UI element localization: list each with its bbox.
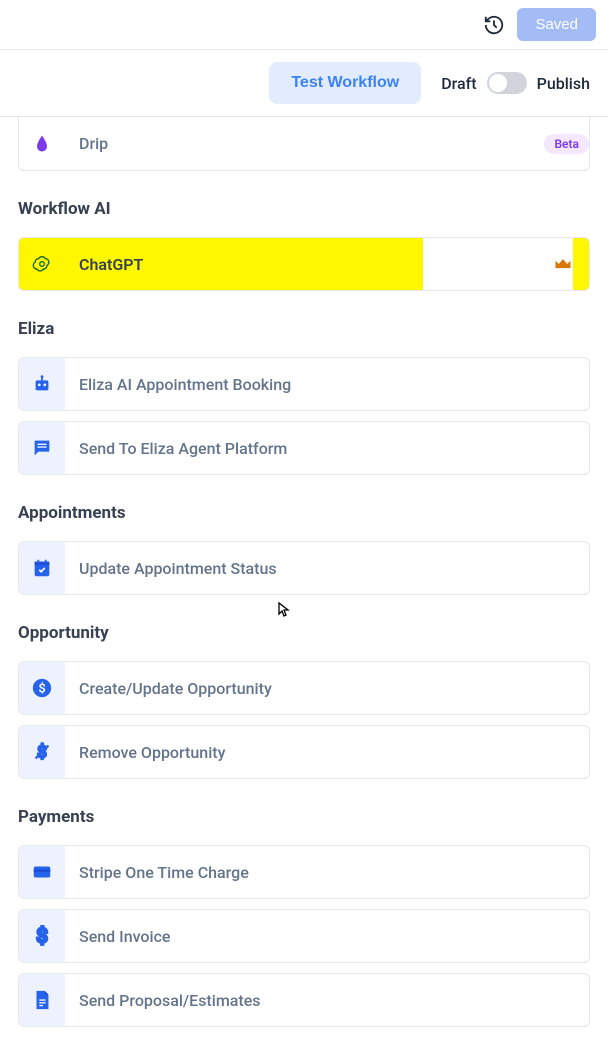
- remove-opportunity-label: Remove Opportunity: [65, 743, 589, 762]
- drip-icon: [19, 117, 65, 170]
- section-header-opportunity: Opportunity: [18, 623, 590, 643]
- create-opportunity-label: Create/Update Opportunity: [65, 679, 589, 698]
- history-icon[interactable]: [483, 14, 505, 36]
- action-item-eliza-booking[interactable]: Eliza AI Appointment Booking: [18, 357, 590, 411]
- beta-badge: Beta: [544, 134, 589, 154]
- test-workflow-button[interactable]: Test Workflow: [269, 62, 421, 104]
- chatgpt-label: ChatGPT: [65, 255, 423, 274]
- svg-text:$: $: [36, 925, 48, 947]
- action-item-eliza-send[interactable]: Send To Eliza Agent Platform: [18, 421, 590, 475]
- stripe-charge-label: Stripe One Time Charge: [65, 863, 589, 882]
- send-invoice-label: Send Invoice: [65, 927, 589, 946]
- section-header-workflow-ai: Workflow AI: [18, 199, 590, 219]
- section-header-appointments: Appointments: [18, 503, 590, 523]
- message-icon: [19, 422, 65, 474]
- card-icon: [19, 846, 65, 898]
- svg-text:$: $: [38, 682, 45, 697]
- send-proposal-label: Send Proposal/Estimates: [65, 991, 589, 1010]
- action-item-create-opportunity[interactable]: $ Create/Update Opportunity: [18, 661, 590, 715]
- action-item-drip[interactable]: Drip Beta: [18, 117, 590, 171]
- chatgpt-icon: [19, 238, 65, 290]
- section-header-eliza: Eliza: [18, 319, 590, 339]
- dollar-circle-icon: $: [19, 662, 65, 714]
- section-header-payments: Payments: [18, 807, 590, 827]
- dollar-icon: $: [19, 910, 65, 962]
- action-item-chatgpt[interactable]: ChatGPT: [18, 237, 590, 291]
- drip-label: Drip: [65, 134, 532, 153]
- action-item-send-proposal[interactable]: Send Proposal/Estimates: [18, 973, 590, 1027]
- action-item-remove-opportunity[interactable]: $ Remove Opportunity: [18, 725, 590, 779]
- eliza-booking-label: Eliza AI Appointment Booking: [65, 375, 589, 394]
- calendar-check-icon: [19, 542, 65, 594]
- action-item-stripe-charge[interactable]: Stripe One Time Charge: [18, 845, 590, 899]
- action-item-send-invoice[interactable]: $ Send Invoice: [18, 909, 590, 963]
- action-item-update-appointment[interactable]: Update Appointment Status: [18, 541, 590, 595]
- update-appointment-label: Update Appointment Status: [65, 559, 589, 578]
- publish-toggle[interactable]: [487, 72, 527, 94]
- crown-icon: [423, 238, 573, 290]
- draft-label: Draft: [441, 74, 476, 93]
- document-icon: [19, 974, 65, 1026]
- publish-label: Publish: [537, 74, 590, 93]
- robot-icon: [19, 358, 65, 410]
- saved-button[interactable]: Saved: [517, 8, 596, 41]
- dollar-slash-icon: $: [19, 726, 65, 778]
- eliza-send-label: Send To Eliza Agent Platform: [65, 439, 589, 458]
